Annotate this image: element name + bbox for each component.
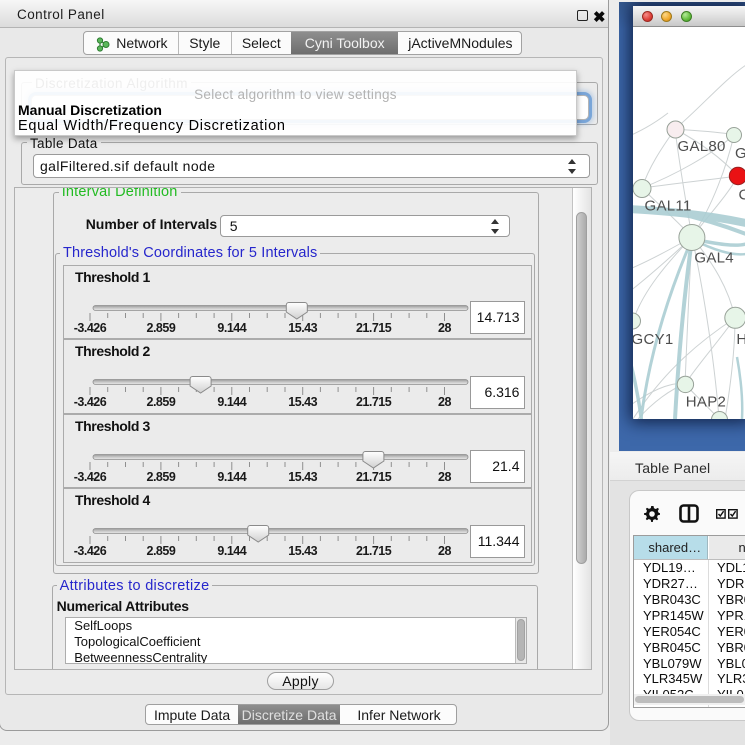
svg-text:15.43: 15.43 [288, 470, 317, 484]
svg-text:2.859: 2.859 [146, 470, 175, 484]
svg-text:GAL4: GAL4 [694, 250, 734, 267]
svg-text:GAL80: GAL80 [677, 138, 725, 155]
svg-text:2.859: 2.859 [146, 321, 175, 335]
svg-text:28: 28 [438, 470, 451, 484]
svg-text:9.144: 9.144 [217, 544, 246, 558]
svg-text:21.715: 21.715 [356, 321, 392, 335]
svg-text:GA: GA [735, 145, 745, 162]
svg-text:15.43: 15.43 [288, 395, 317, 409]
svg-text:GAL11: GAL11 [644, 198, 691, 215]
svg-text:2.859: 2.859 [146, 395, 175, 409]
svg-text:HA: HA [736, 331, 745, 348]
svg-text:9.144: 9.144 [217, 470, 246, 484]
svg-text:9.144: 9.144 [217, 321, 246, 335]
svg-text:-3.426: -3.426 [74, 544, 107, 558]
svg-text:28: 28 [438, 544, 451, 558]
svg-text:28: 28 [438, 395, 451, 409]
svg-text:15.43: 15.43 [288, 321, 317, 335]
svg-text:-3.426: -3.426 [74, 470, 107, 484]
svg-text:2.859: 2.859 [146, 544, 175, 558]
svg-text:GCY1: GCY1 [633, 331, 674, 348]
svg-text:21.715: 21.715 [356, 470, 392, 484]
svg-text:HAP2: HAP2 [685, 394, 725, 411]
svg-text:21.715: 21.715 [356, 544, 392, 558]
svg-text:CY: CY [738, 187, 745, 204]
svg-text:-3.426: -3.426 [74, 321, 107, 335]
svg-text:21.715: 21.715 [356, 395, 392, 409]
svg-text:9.144: 9.144 [217, 395, 246, 409]
svg-text:28: 28 [438, 321, 451, 335]
svg-text:15.43: 15.43 [288, 544, 317, 558]
svg-text:-3.426: -3.426 [74, 395, 107, 409]
